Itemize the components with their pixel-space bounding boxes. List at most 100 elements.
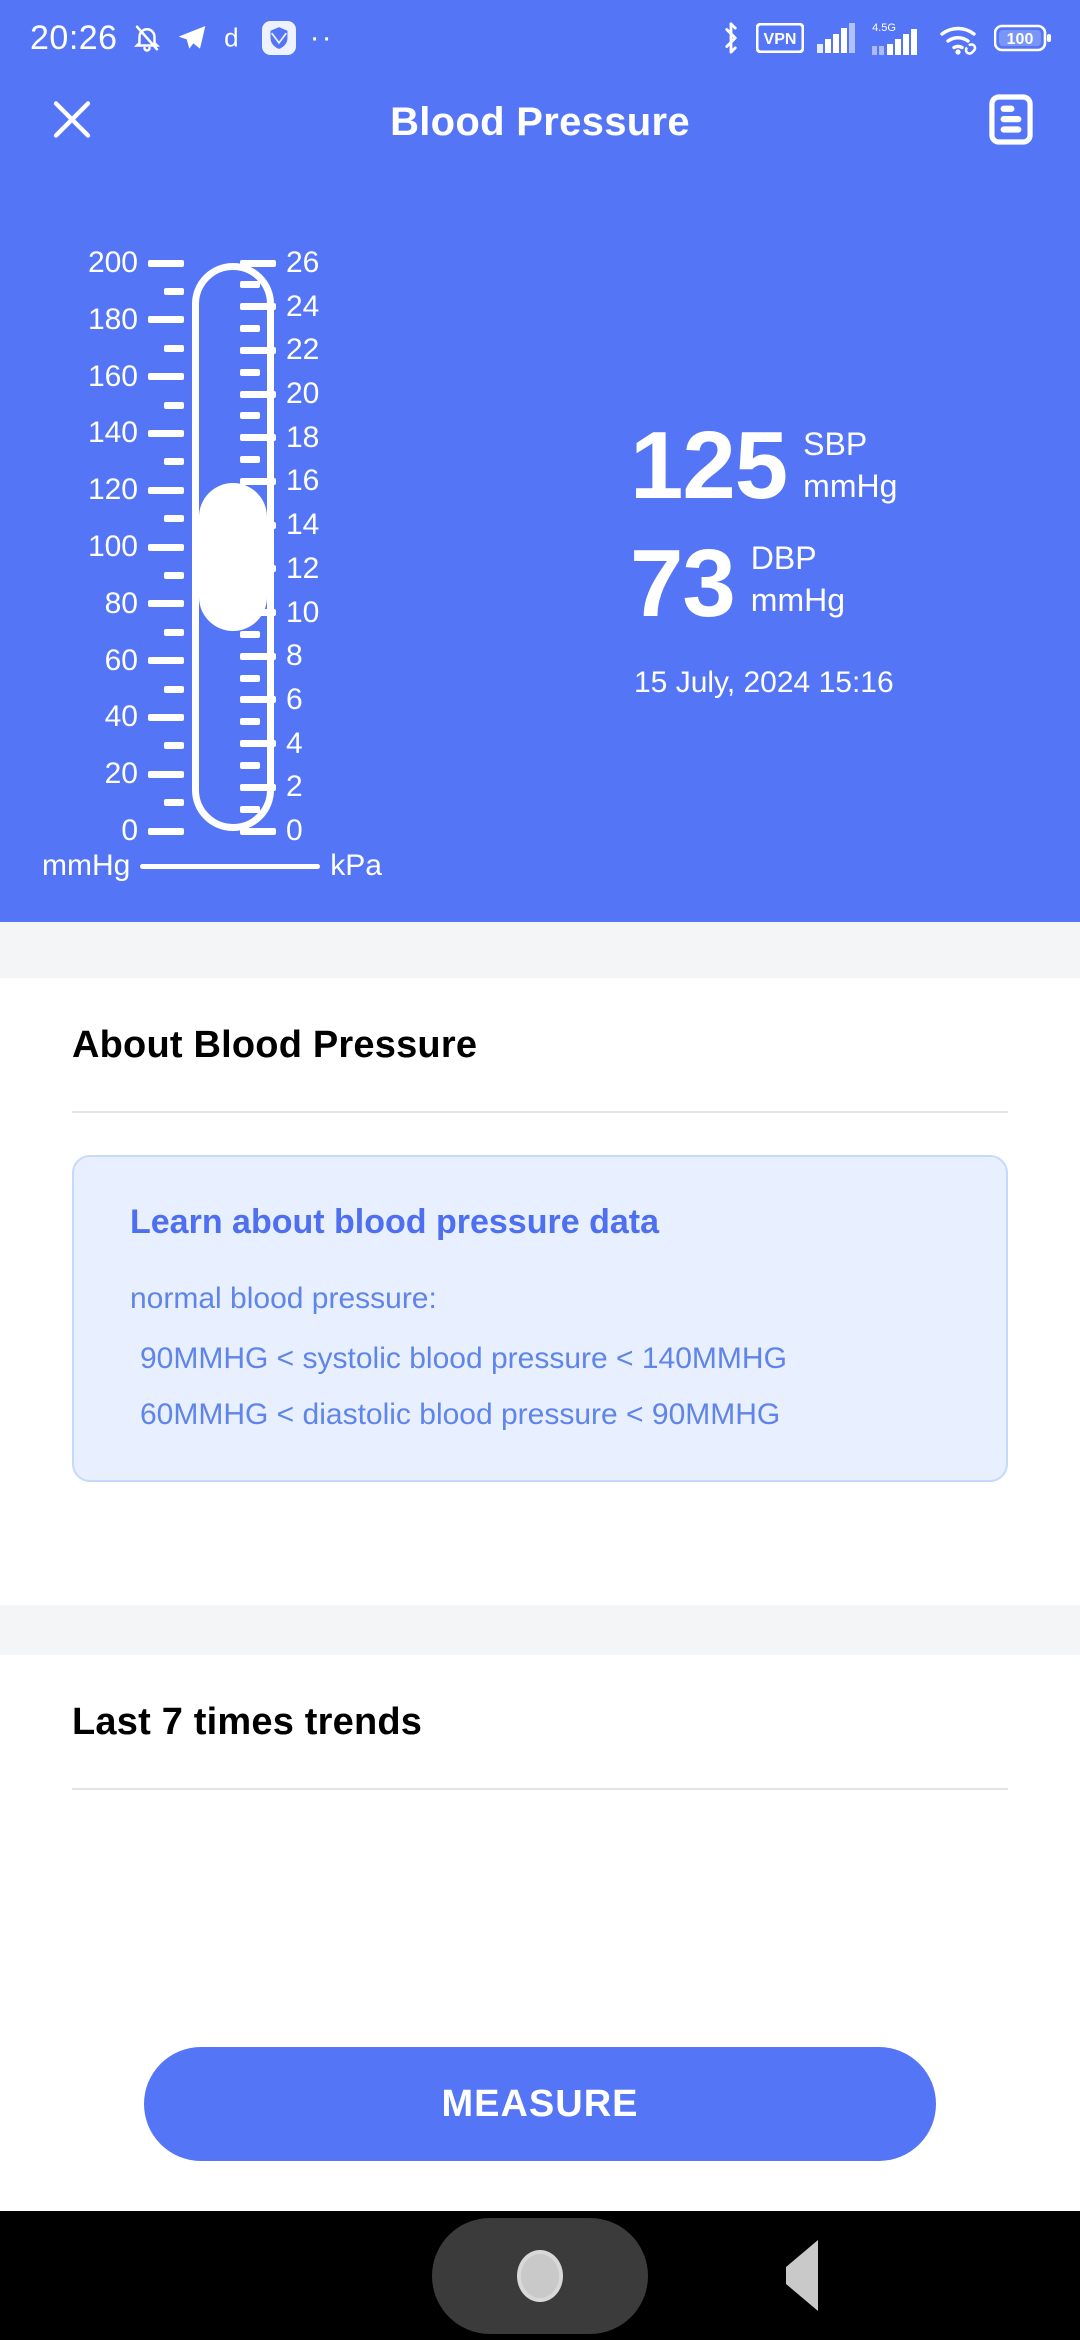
gauge-tick-major — [240, 477, 276, 485]
info-card-line: 90MMHG < systolic blood pressure < 140MM… — [140, 1342, 787, 1375]
gauge-tick-major — [148, 657, 184, 665]
status-bar: 20:26 d ·· VPN 4.5G 100 — [0, 0, 1080, 76]
back-icon[interactable] — [786, 2239, 818, 2311]
gauge-unit-left: mmHg — [42, 849, 131, 882]
gauge-tick-minor — [240, 368, 260, 376]
app-bar: Blood Pressure — [0, 76, 1080, 168]
about-blood-pressure-section: About Blood Pressure Learn about blood p… — [0, 978, 1080, 1605]
gauge-tick-minor — [164, 401, 184, 409]
gauge-tick-major — [240, 346, 276, 354]
svg-text:4.5G: 4.5G — [872, 22, 896, 34]
gauge-tick-label: 20 — [286, 377, 320, 411]
home-icon[interactable] — [432, 2217, 648, 2334]
gauge-tick-label: 60 — [104, 643, 138, 677]
systolic-unit: mmHg — [803, 468, 898, 504]
svg-text:VPN: VPN — [764, 31, 797, 48]
gauge-tick-label: 20 — [104, 757, 138, 791]
diastolic-unit: mmHg — [750, 582, 845, 618]
gauge-tick-label: 18 — [286, 420, 320, 454]
section-spacer-1 — [0, 922, 1080, 978]
android-nav-bar — [0, 2211, 1080, 2340]
gauge-tick-label: 0 — [286, 814, 303, 847]
gauge-tick-major — [240, 434, 276, 442]
records-icon[interactable] — [988, 94, 1034, 151]
gauge-tick-minor — [164, 685, 184, 693]
gauge-tick-minor — [164, 571, 184, 579]
gauge-tick-minor — [164, 287, 184, 295]
gauge-tick-minor — [240, 718, 260, 726]
signal-bars-2-icon: 4.5G — [870, 20, 926, 56]
gauge-tick-major — [148, 713, 184, 721]
about-section-title: About Blood Pressure — [72, 1024, 478, 1066]
gauge-tick-major — [148, 316, 184, 324]
diastolic-key: DBP — [750, 540, 817, 576]
gauge-tick-major — [148, 770, 184, 778]
gauge-tick-major — [148, 543, 184, 551]
gauge-tick-minor — [240, 805, 260, 813]
gauge-tick-minor — [240, 281, 260, 289]
gauge-tick-major — [148, 600, 184, 608]
gauge-scale-kpa: 0 2 4 6 8 10 12 14 16 18 20 22 24 26 — [236, 248, 382, 846]
gauge-tick-label: 12 — [286, 551, 320, 585]
trends-chart-empty-area — [0, 1790, 1080, 1990]
gauge-tick-label: 8 — [286, 639, 303, 673]
gauge-tick-major — [240, 696, 276, 704]
gauge-tick-label: 16 — [286, 464, 320, 498]
gauge-tick-minor — [240, 674, 260, 682]
diastolic-meta: DBP mmHg — [751, 536, 845, 622]
svg-text:100: 100 — [1007, 31, 1034, 48]
info-card-title: Learn about blood pressure data — [130, 1203, 659, 1241]
page-title: Blood Pressure — [390, 99, 690, 144]
gauge-tick-major — [148, 259, 184, 267]
gauge-tick-label: 100 — [87, 530, 138, 563]
gauge-tick-minor — [240, 456, 260, 464]
gauge-tick-major — [148, 373, 184, 381]
gauge-tick-major — [148, 486, 184, 494]
hero-panel: 0 20 40 60 80 100 120 140 160 180 200 0 2 4 6 8 10 12 14 1… — [0, 168, 1080, 922]
gauge-tick-major — [240, 783, 276, 791]
info-card-line: 60MMHG < diastolic blood pressure < 90MM… — [140, 1398, 781, 1431]
close-icon[interactable] — [48, 96, 96, 149]
gauge-tick-label: 26 — [286, 246, 320, 279]
gauge-tick-major — [240, 259, 276, 267]
gauge-tick-label: 200 — [87, 246, 138, 279]
gauge-tick-minor — [240, 543, 260, 551]
gauge-tick-minor — [164, 742, 184, 750]
systolic-key: SBP — [803, 426, 868, 462]
gauge-tick-minor — [240, 587, 260, 595]
gauge-tick-major — [240, 521, 276, 529]
readings-block: 125 SBP mmHg 73 DBP mmHg 15 July, 2024 1… — [630, 418, 1030, 700]
systolic-value: 125 — [630, 412, 788, 519]
blood-pressure-info-card[interactable]: Learn about blood pressure data normal b… — [72, 1155, 1008, 1482]
systolic-meta: SBP mmHg — [803, 418, 897, 508]
pressure-gauge: 0 20 40 60 80 100 120 140 160 180 200 0 2 4 6 8 10 12 14 1… — [42, 248, 382, 896]
gauge-tick-major — [240, 565, 276, 573]
gauge-tick-label: 4 — [286, 726, 303, 760]
reading-timestamp: 15 July, 2024 15:16 — [634, 666, 894, 699]
status-bar-left: 20:26 d ·· — [30, 19, 334, 58]
diastolic-value: 73 — [630, 530, 736, 637]
gauge-tick-label: 14 — [286, 508, 320, 542]
trends-section-title: Last 7 times trends — [72, 1701, 423, 1743]
gauge-tick-minor — [164, 458, 184, 466]
gauge-tick-minor — [164, 344, 184, 352]
gauge-unit-row: mmHg kPa — [42, 846, 382, 886]
gauge-scale-mmhg: 0 20 40 60 80 100 120 140 160 180 200 — [42, 248, 188, 846]
status-clock: 20:26 — [30, 18, 118, 57]
gauge-tick-major — [240, 652, 276, 660]
gauge-tick-minor — [240, 761, 260, 769]
gauge-tick-label: 40 — [104, 700, 138, 734]
trends-section: Last 7 times trends — [0, 1655, 1080, 2047]
gauge-tick-major — [240, 740, 276, 748]
gauge-tick-major — [240, 390, 276, 398]
gauge-tick-label: 80 — [104, 586, 138, 620]
systolic-reading: 125 SBP mmHg — [630, 418, 1030, 514]
dictionary-d-icon: d — [222, 22, 248, 54]
gauge-tick-label: 140 — [87, 416, 138, 450]
gauge-tick-minor — [240, 412, 260, 420]
gauge-unit-right: kPa — [330, 849, 382, 882]
gauge-tick-minor — [240, 499, 260, 507]
info-card-subtitle: normal blood pressure: — [130, 1282, 437, 1315]
gauge-tick-label: 180 — [87, 302, 138, 336]
measure-button[interactable]: MEASURE — [144, 2047, 936, 2161]
